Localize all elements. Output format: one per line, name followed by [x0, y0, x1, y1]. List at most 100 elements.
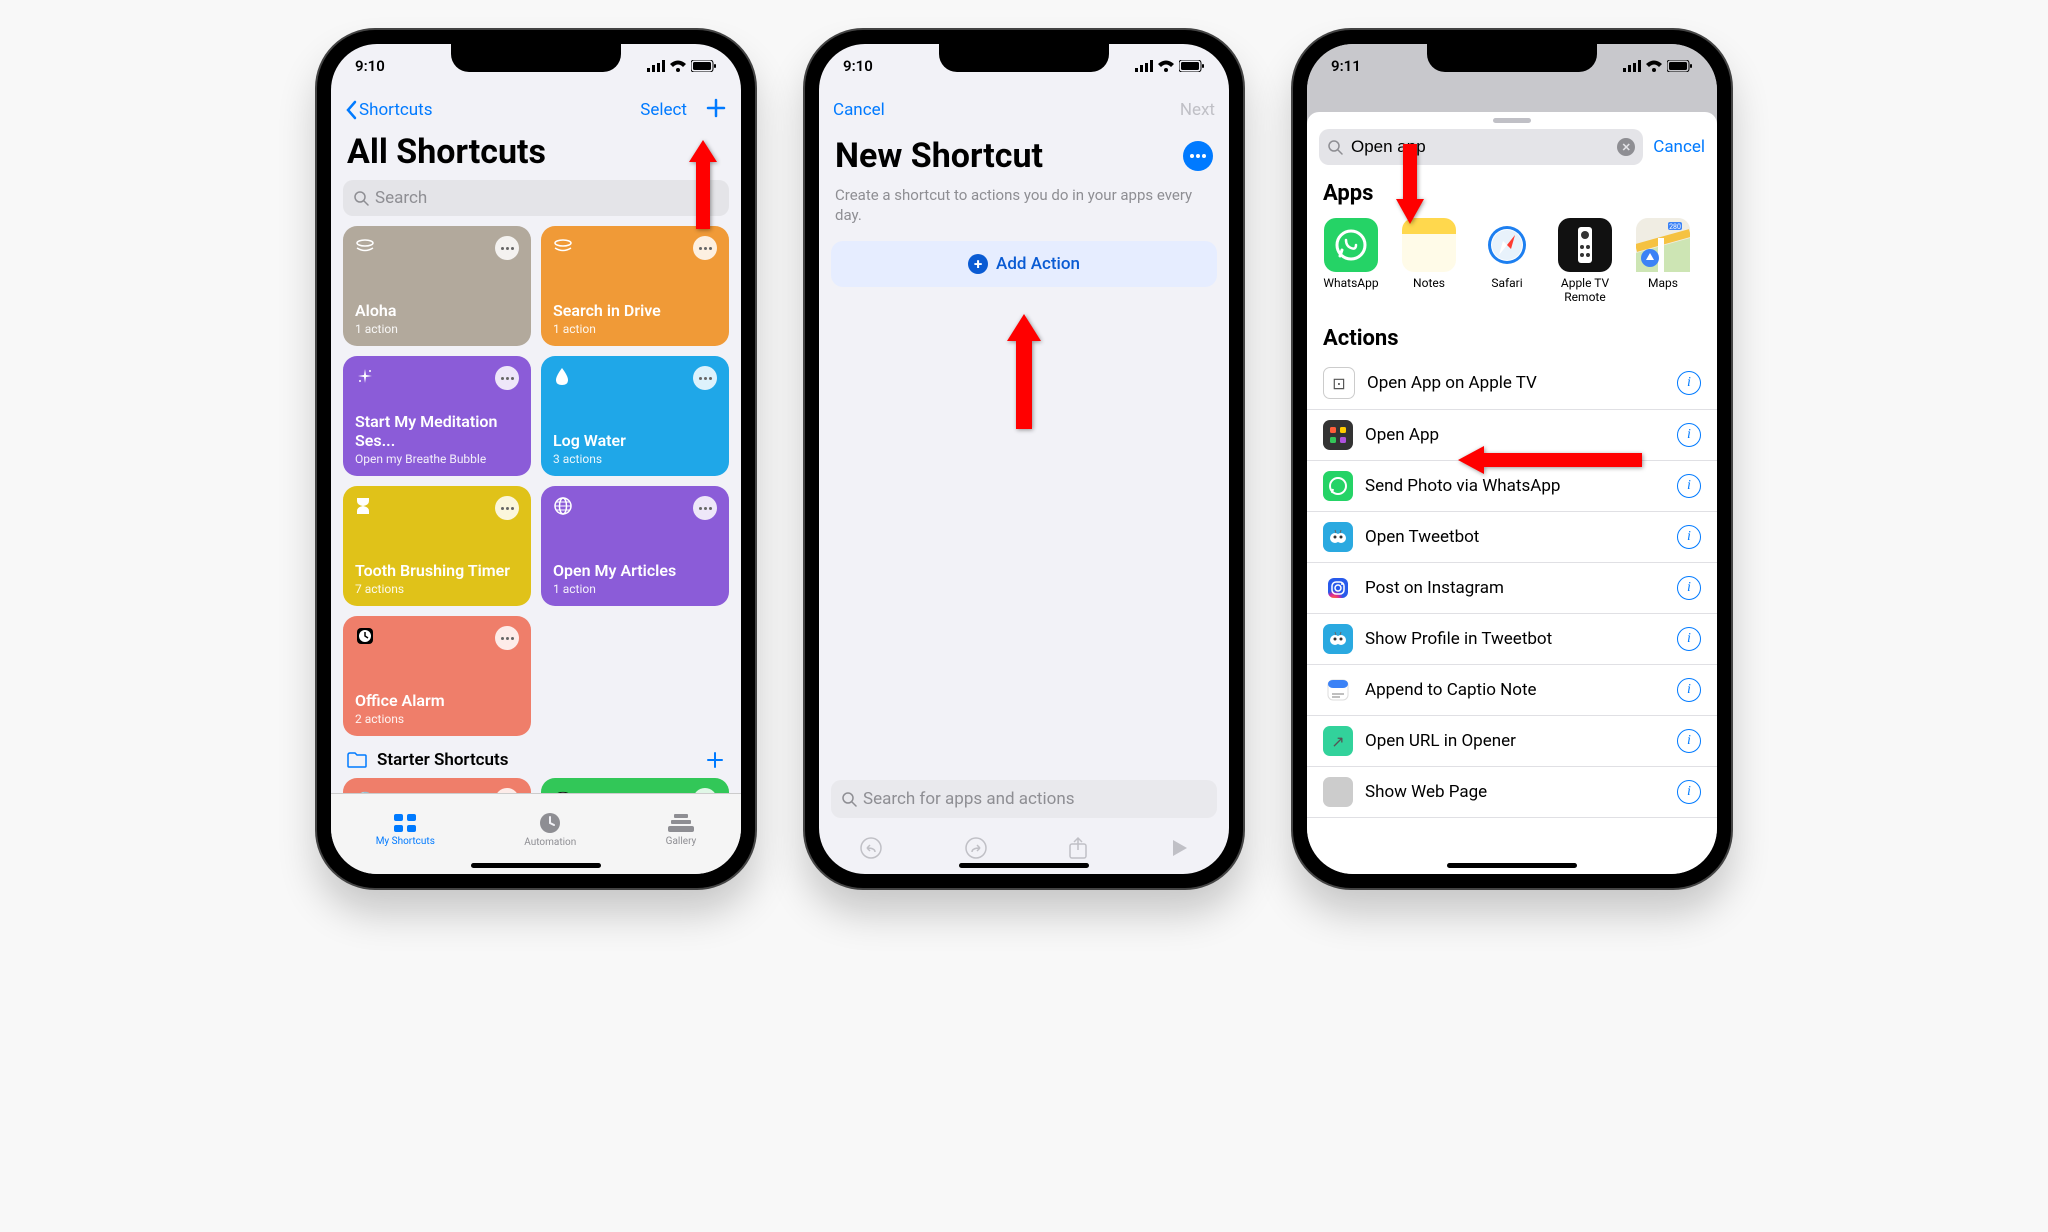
- tab-gallery[interactable]: Gallery: [666, 812, 697, 847]
- shortcut-card[interactable]: Search in Drive 1 action: [541, 226, 729, 346]
- app-label: Notes: [1413, 276, 1445, 290]
- share-button[interactable]: [1068, 836, 1088, 864]
- action-label: Open App on Apple TV: [1367, 373, 1665, 393]
- add-button[interactable]: [705, 97, 727, 124]
- back-button[interactable]: Shortcuts: [345, 100, 433, 120]
- shortcut-card[interactable]: Open My Articles 1 action: [541, 486, 729, 606]
- battery-icon: [1179, 60, 1205, 72]
- action-icon: [1323, 675, 1353, 705]
- more-icon[interactable]: [495, 788, 519, 793]
- app-item[interactable]: Safari: [1475, 218, 1539, 304]
- info-icon[interactable]: i: [1677, 627, 1701, 651]
- tab-my-shortcuts[interactable]: My Shortcuts: [376, 812, 435, 847]
- info-icon[interactable]: i: [1677, 474, 1701, 498]
- card-icon: [355, 496, 371, 520]
- action-label: Show Profile in Tweetbot: [1365, 629, 1665, 649]
- action-row[interactable]: ⊡ Open App on Apple TV i: [1307, 357, 1717, 410]
- action-row[interactable]: Show Web Page i: [1307, 767, 1717, 818]
- action-row[interactable]: Post on Instagram i: [1307, 563, 1717, 614]
- info-icon[interactable]: i: [1677, 729, 1701, 753]
- action-row[interactable]: ↗ Open URL in Opener i: [1307, 716, 1717, 767]
- play-button[interactable]: [1169, 838, 1189, 862]
- cancel-button[interactable]: Cancel: [1653, 137, 1705, 157]
- redo-button[interactable]: [964, 836, 988, 864]
- search-field[interactable]: Search: [343, 180, 729, 216]
- clock-icon: [538, 811, 562, 835]
- tab-automation[interactable]: Automation: [524, 811, 576, 848]
- more-icon[interactable]: [693, 366, 717, 390]
- shortcut-card[interactable]: Tooth Brushing Timer 7 actions: [343, 486, 531, 606]
- shortcut-card[interactable]: Office Alarm 2 actions: [343, 616, 531, 736]
- app-label: Apple TV Remote: [1553, 276, 1617, 304]
- info-icon[interactable]: i: [1677, 525, 1701, 549]
- phone-frame-1: 9:10 Shortcuts Select: [317, 30, 755, 888]
- shortcut-card[interactable]: Log Water 3 actions: [541, 356, 729, 476]
- search-field[interactable]: Search for apps and actions: [831, 780, 1217, 818]
- section-title: Starter Shortcuts: [377, 750, 508, 770]
- cellular-icon: [1623, 60, 1641, 72]
- action-icon: [1323, 471, 1353, 501]
- card-subtitle: 3 actions: [553, 452, 717, 466]
- shortcut-card[interactable]: Start My Meditation Ses... Open my Breat…: [343, 356, 531, 476]
- more-icon[interactable]: [693, 496, 717, 520]
- home-indicator[interactable]: [471, 863, 601, 868]
- info-icon[interactable]: i: [1677, 780, 1701, 804]
- action-row[interactable]: Open Tweetbot i: [1307, 512, 1717, 563]
- shortcut-card[interactable]: Aloha 1 action: [343, 226, 531, 346]
- page-title: New Shortcut: [835, 136, 1183, 176]
- app-item[interactable]: WhatsApp: [1319, 218, 1383, 304]
- card-title: Office Alarm: [355, 691, 519, 710]
- more-icon[interactable]: [495, 236, 519, 260]
- info-icon[interactable]: i: [1677, 371, 1701, 395]
- apps-header: Apps: [1307, 171, 1717, 212]
- shortcut-card[interactable]: 💬: [541, 778, 729, 793]
- app-label: WhatsApp: [1323, 276, 1378, 290]
- action-row[interactable]: Show Profile in Tweetbot i: [1307, 614, 1717, 665]
- action-icon: [1323, 420, 1353, 450]
- card-icon: [553, 236, 573, 260]
- app-item[interactable]: 280Maps: [1631, 218, 1695, 304]
- add-action-button[interactable]: + Add Action: [831, 241, 1217, 287]
- search-icon: [841, 791, 857, 807]
- card-subtitle: Open my Breathe Bubble: [355, 452, 519, 466]
- time: 9:11: [1331, 57, 1361, 75]
- more-button[interactable]: [1183, 141, 1213, 171]
- more-icon[interactable]: [693, 788, 717, 793]
- wifi-icon: [669, 60, 687, 72]
- annotation-arrow-left: [1452, 442, 1642, 482]
- more-icon[interactable]: [495, 626, 519, 650]
- card-icon: [355, 626, 375, 650]
- undo-button[interactable]: [859, 836, 883, 864]
- select-button[interactable]: Select: [640, 100, 687, 120]
- card-title: Search in Drive: [553, 301, 717, 320]
- next-button[interactable]: Next: [1180, 100, 1215, 120]
- more-icon[interactable]: [495, 496, 519, 520]
- info-icon[interactable]: i: [1677, 423, 1701, 447]
- app-item[interactable]: Apple TV Remote: [1553, 218, 1617, 304]
- action-icon: [1323, 522, 1353, 552]
- more-icon[interactable]: [693, 236, 717, 260]
- annotation-arrow-up: [1004, 309, 1044, 433]
- sheet-handle[interactable]: [1493, 118, 1531, 123]
- action-icon: ⊡: [1323, 367, 1355, 399]
- chat-icon: 💬: [553, 791, 573, 794]
- app-icon: [1558, 218, 1612, 272]
- app-label: Maps: [1648, 276, 1678, 290]
- action-icon: ↗: [1323, 726, 1353, 756]
- more-icon[interactable]: [495, 366, 519, 390]
- annotation-arrow-down: [1392, 144, 1428, 233]
- home-indicator[interactable]: [1447, 863, 1577, 868]
- info-icon[interactable]: i: [1677, 576, 1701, 600]
- shortcut-card[interactable]: 🕐: [343, 778, 531, 793]
- app-label: Safari: [1491, 276, 1522, 290]
- info-icon[interactable]: i: [1677, 678, 1701, 702]
- clear-icon[interactable]: ✕: [1617, 138, 1635, 156]
- action-row[interactable]: Append to Captio Note i: [1307, 665, 1717, 716]
- cancel-button[interactable]: Cancel: [833, 100, 885, 120]
- plus-icon[interactable]: [705, 750, 725, 770]
- card-title: Log Water: [553, 431, 717, 450]
- home-indicator[interactable]: [959, 863, 1089, 868]
- search-icon: [1327, 139, 1343, 155]
- search-row: ✕ Cancel: [1307, 129, 1717, 171]
- search-input[interactable]: ✕: [1319, 129, 1643, 165]
